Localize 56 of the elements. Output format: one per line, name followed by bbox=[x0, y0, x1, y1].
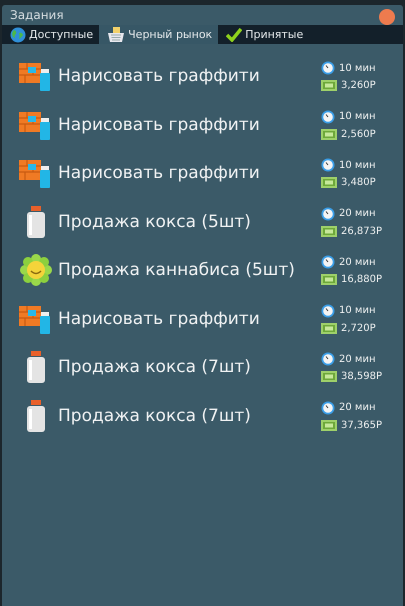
tab[interactable]: Доступные bbox=[2, 25, 100, 44]
reward-text: 37,365P bbox=[341, 420, 382, 431]
close-button[interactable] bbox=[379, 8, 395, 24]
clock-icon bbox=[321, 400, 335, 415]
duration-text: 10 мин bbox=[339, 160, 376, 171]
banknote-icon bbox=[321, 274, 337, 286]
brick-wall-spray-icon bbox=[19, 61, 53, 92]
task-title: Нарисовать граффити bbox=[58, 66, 261, 86]
duration-text: 20 мин bbox=[339, 402, 376, 414]
tab[interactable]: Черный рынок bbox=[99, 25, 218, 44]
duration-text: 10 мин bbox=[339, 62, 376, 74]
smiling-flower-icon bbox=[20, 254, 52, 286]
banknote-icon bbox=[321, 128, 337, 140]
clock-icon bbox=[321, 206, 335, 221]
task-title: Продажа кокса (5шт) bbox=[58, 212, 252, 232]
reward-text: 26,873P bbox=[341, 226, 382, 237]
bottle-icon bbox=[26, 206, 46, 238]
reward-text: 16,880P bbox=[341, 274, 382, 286]
task-title: Нарисовать граффити bbox=[58, 163, 261, 184]
task-title: Продажа кокса (7шт) bbox=[58, 406, 252, 426]
banknote-icon bbox=[321, 322, 337, 334]
duration-text: 20 мин bbox=[339, 354, 376, 365]
brick-wall-spray-icon bbox=[19, 158, 53, 188]
tab[interactable]: Принятые bbox=[218, 25, 310, 44]
reward-text: 3,260P bbox=[341, 80, 376, 92]
banknote-icon bbox=[321, 177, 337, 188]
clock-icon bbox=[321, 61, 335, 76]
bottle-icon bbox=[26, 351, 46, 384]
bottle-icon bbox=[26, 400, 46, 432]
brick-wall-spray-icon bbox=[19, 304, 53, 334]
task-title: Нарисовать граффити bbox=[58, 308, 261, 329]
brick-wall-spray-icon bbox=[19, 110, 53, 140]
clock-icon bbox=[321, 304, 335, 318]
basket-icon bbox=[107, 26, 126, 42]
reward-text: 2,720P bbox=[341, 322, 376, 334]
task-title: Продажа каннабиса (5шт) bbox=[58, 260, 296, 280]
clock-icon bbox=[321, 352, 335, 366]
task-title: Нарисовать граффити bbox=[58, 114, 261, 135]
globe-icon bbox=[10, 26, 26, 42]
duration-text: 10 мин bbox=[339, 305, 376, 316]
checkmark-icon bbox=[226, 28, 242, 42]
banknote-icon bbox=[321, 371, 337, 382]
banknote-icon bbox=[321, 80, 337, 92]
duration-text: 10 мин bbox=[339, 111, 376, 122]
reward-text: 38,598P bbox=[341, 371, 382, 382]
clock-icon bbox=[321, 255, 335, 270]
duration-text: 20 мин bbox=[339, 208, 376, 220]
window-title: Задания bbox=[10, 8, 64, 22]
task-title: Продажа кокса (7шт) bbox=[58, 357, 252, 378]
reward-text: 3,480P bbox=[341, 177, 376, 188]
duration-text: 20 мин bbox=[339, 256, 376, 268]
clock-icon bbox=[321, 158, 335, 172]
banknote-icon bbox=[321, 420, 337, 431]
clock-icon bbox=[321, 110, 335, 124]
banknote-icon bbox=[321, 226, 337, 237]
reward-text: 2,560P bbox=[341, 128, 376, 140]
